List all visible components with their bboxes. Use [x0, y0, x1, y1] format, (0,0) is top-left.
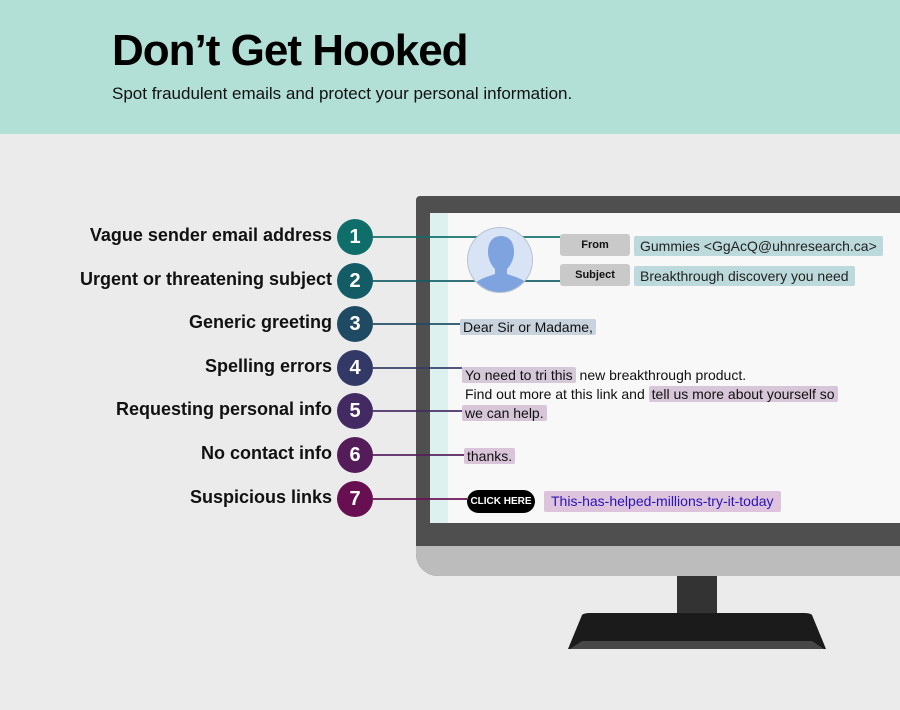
connector-line	[373, 498, 467, 500]
tip-label: Generic greeting	[188, 312, 332, 332]
greeting-highlight: Dear Sir or Madame,	[460, 319, 596, 335]
tip-label: Spelling errors	[204, 356, 332, 376]
tip-number-badge: 1	[337, 219, 373, 255]
monitor-stand-base	[568, 613, 826, 649]
tip-label: Urgent or threatening subject	[79, 269, 332, 289]
connector-line	[373, 280, 560, 282]
sender-avatar	[467, 227, 533, 293]
signoff-line: thanks.	[464, 446, 516, 466]
connector-line	[373, 236, 560, 238]
body-line-2: Find out more at this link and tell us m…	[465, 384, 838, 404]
tip-number-badge: 5	[337, 393, 373, 429]
page-title: Don’t Get Hooked	[112, 26, 469, 75]
monitor-chin	[416, 546, 900, 576]
tip-number-badge: 6	[337, 437, 373, 473]
body-line-2-plain: Find out more at this link and	[465, 386, 649, 402]
tip-label: No contact info	[201, 443, 332, 463]
greeting-line: Dear Sir or Madame,	[460, 317, 596, 337]
subject-value: Breakthrough discovery you need	[634, 266, 855, 286]
header-banner: Don’t Get Hooked Spot fraudulent emails …	[0, 0, 900, 134]
page-subtitle: Spot fraudulent emails and protect your …	[112, 84, 573, 103]
connector-line	[373, 367, 462, 369]
tip-number-badge: 2	[337, 263, 373, 299]
body-line-1-rest: new breakthrough product.	[575, 367, 747, 383]
tip-number-badge: 7	[337, 481, 373, 517]
tip-label: Vague sender email address	[89, 225, 332, 245]
connector-line	[373, 454, 466, 456]
subject-label: Subject	[560, 264, 630, 286]
from-value: Gummies <GgAcQ@uhnresearch.ca>	[634, 236, 883, 256]
user-silhouette-icon	[474, 236, 528, 292]
click-here-button[interactable]: CLICK HERE	[467, 490, 535, 513]
connector-line	[373, 410, 462, 412]
personal-info-highlight-2: we can help.	[462, 405, 547, 421]
body-line-1: Yo need to tri this new breakthrough pro…	[462, 365, 746, 385]
tip-label: Requesting personal info	[115, 399, 332, 419]
spelling-error-highlight: Yo need to tri this	[462, 367, 576, 383]
connector-line	[373, 323, 462, 325]
tip-label: Suspicious links	[189, 487, 332, 507]
from-label: From	[560, 234, 630, 256]
signoff-highlight: thanks.	[464, 448, 516, 464]
personal-info-highlight-1: tell us more about yourself so	[648, 386, 838, 402]
body-line-3: we can help.	[462, 403, 547, 423]
tip-number-badge: 4	[337, 350, 373, 386]
suspicious-link[interactable]: This-has-helped-millions-try-it-today	[544, 491, 781, 512]
tip-number-badge: 3	[337, 306, 373, 342]
